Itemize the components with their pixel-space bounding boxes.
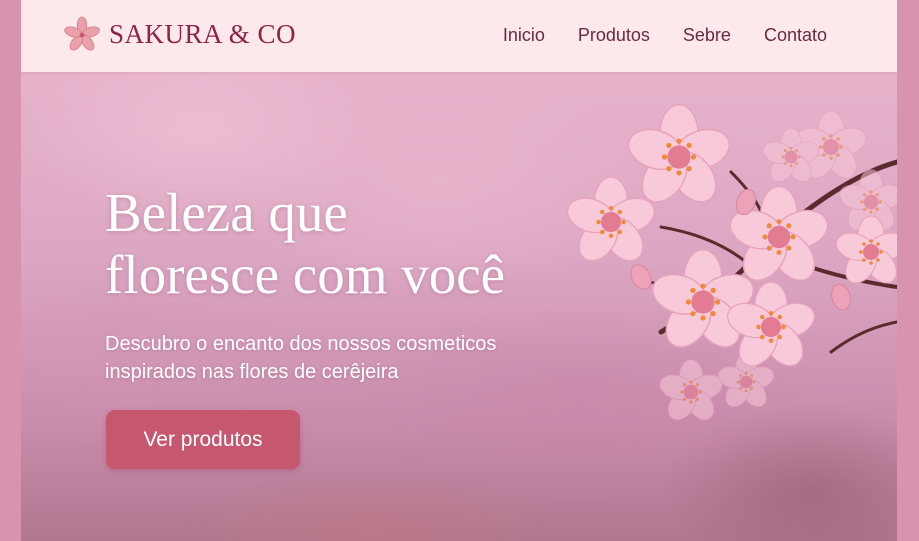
hero-subtitle-line2: inspirados nas flores de cerêjeira [105,361,399,383]
hero-subtitle-line1: Descubro o encanto dos nossos cosmeticos [105,333,497,355]
cherry-blossom-branch-image [562,104,897,426]
nav-link-contato[interactable]: Contato [764,25,827,46]
brand-name[interactable]: SAKURA & CO [109,19,296,50]
hero-title: Beleza que floresce com você [105,182,505,306]
nav-link-sebre[interactable]: Sebre [683,25,731,46]
view-products-button[interactable]: Ver produtos [106,410,300,469]
hero-title-line1: Beleza que [105,182,348,243]
nav-link-inicio[interactable]: Inicio [503,25,545,46]
nav-link-produtos[interactable]: Produtos [578,25,650,46]
hero-title-line2: floresce com você [105,244,506,305]
main-nav: Inicio Produtos Sebre Contato [503,25,827,46]
hero-subtitle: Descubro o encanto dos nossos cosmeticos… [105,330,496,386]
site-header: SAKURA & CO Inicio Produtos Sebre Contat… [21,0,897,72]
hero-section: Beleza que floresce com você Descubro o … [21,72,897,541]
page-frame: SAKURA & CO Inicio Produtos Sebre Contat… [21,0,897,541]
cherry-blossom-icon[interactable] [63,16,101,54]
